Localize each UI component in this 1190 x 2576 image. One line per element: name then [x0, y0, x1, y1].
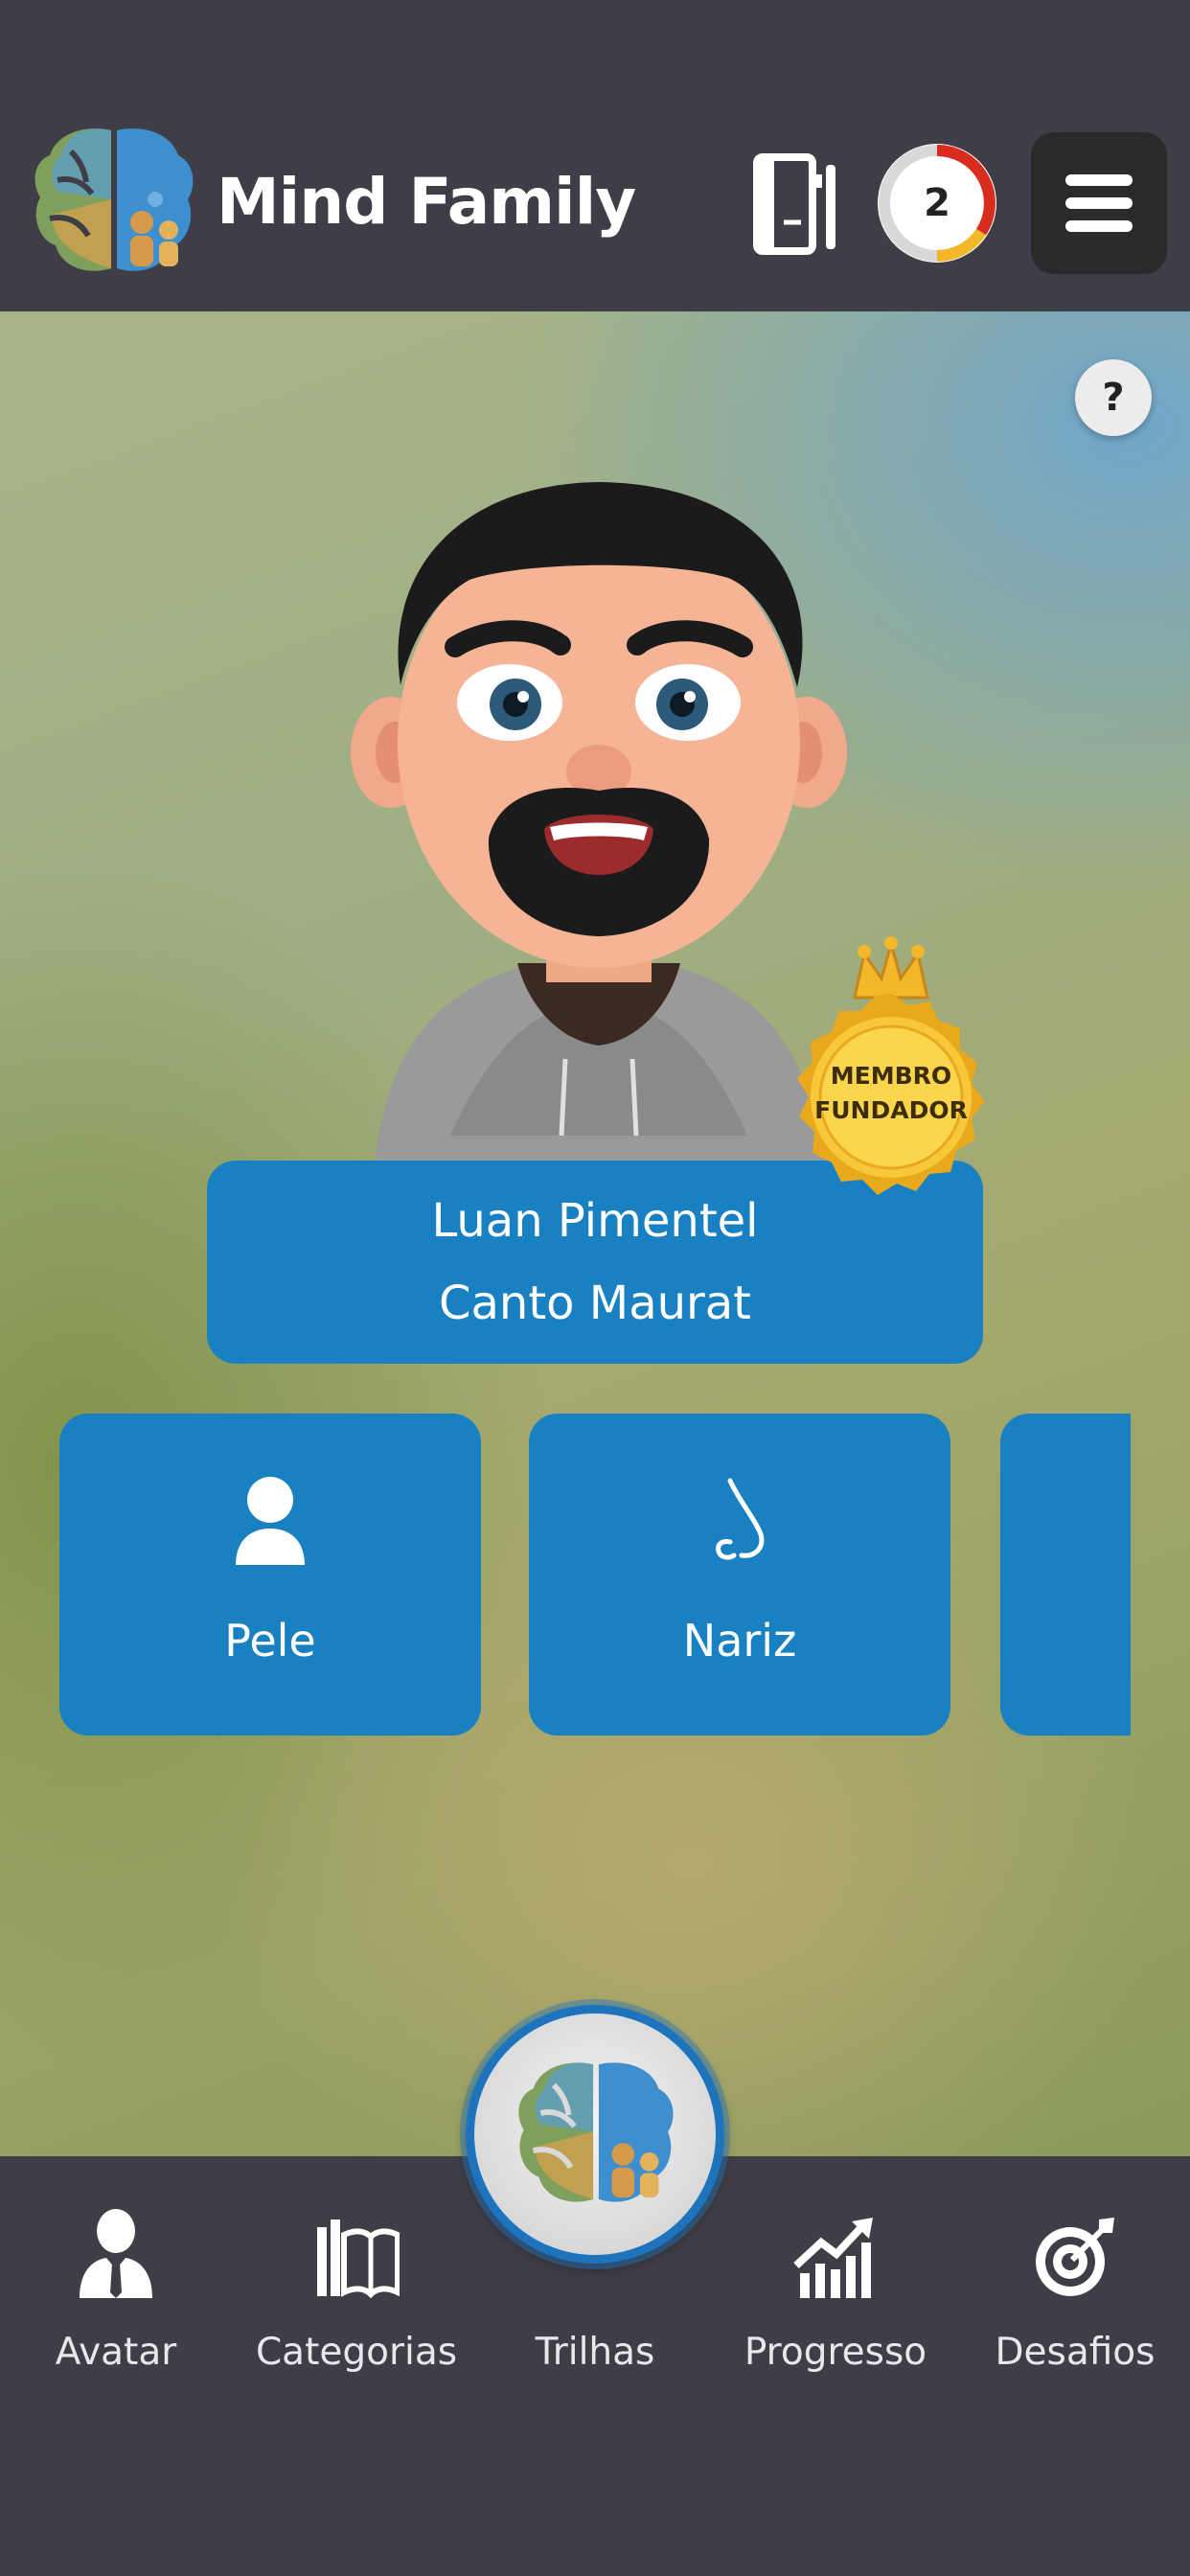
books-icon — [317, 2220, 400, 2299]
person-icon — [236, 1477, 305, 1565]
level-indicator[interactable]: 2 — [874, 134, 1000, 272]
nav-desafios[interactable]: Desafios — [960, 2195, 1190, 2377]
nose-icon — [716, 1478, 765, 1560]
user-first-name: Luan Pimentel — [431, 1194, 759, 1248]
app-header: Mind Family 2 — [0, 0, 1190, 311]
nav-label: Avatar — [55, 2331, 177, 2374]
option-label: Nariz — [682, 1615, 797, 1667]
nav-avatar[interactable]: Avatar — [1, 2195, 231, 2377]
growth-chart-icon — [793, 2218, 873, 2298]
brain-logo-icon — [518, 2062, 674, 2202]
avatar-image — [351, 482, 847, 1174]
option-nariz[interactable]: Nariz — [529, 1414, 950, 1736]
level-number: 2 — [924, 181, 950, 225]
nav-categorias[interactable]: Categorias — [241, 2195, 471, 2377]
nav-progresso[interactable]: Progresso — [721, 2195, 950, 2377]
help-button[interactable]: ? — [1075, 359, 1152, 436]
nav-label: Categorias — [255, 2331, 458, 2374]
nav-label: Progresso — [744, 2331, 927, 2374]
option-label: Pele — [224, 1615, 316, 1667]
user-last-name: Canto Maurat — [438, 1276, 751, 1330]
nav-label: Trilhas — [535, 2331, 655, 2374]
user-tie-icon — [80, 2209, 152, 2298]
option-next-partial[interactable] — [1000, 1414, 1131, 1736]
nav-label: Desafios — [995, 2331, 1156, 2374]
option-pele[interactable]: Pele — [59, 1414, 481, 1736]
brand-name: Mind Family — [217, 165, 636, 239]
trilhas-center-button[interactable] — [466, 2005, 724, 2264]
founder-badge-label: MEMBRO FUNDADOR — [814, 1062, 968, 1124]
brain-family-logo-icon[interactable] — [29, 123, 197, 281]
target-icon — [1036, 2218, 1114, 2296]
hamburger-menu-icon — [1065, 174, 1133, 186]
notebook-icon[interactable] — [753, 153, 841, 257]
menu-button[interactable] — [1031, 132, 1167, 274]
avatar-editor: ? Luan Pimentel Canto Maurat MEMBRO FUND… — [0, 311, 1190, 2156]
